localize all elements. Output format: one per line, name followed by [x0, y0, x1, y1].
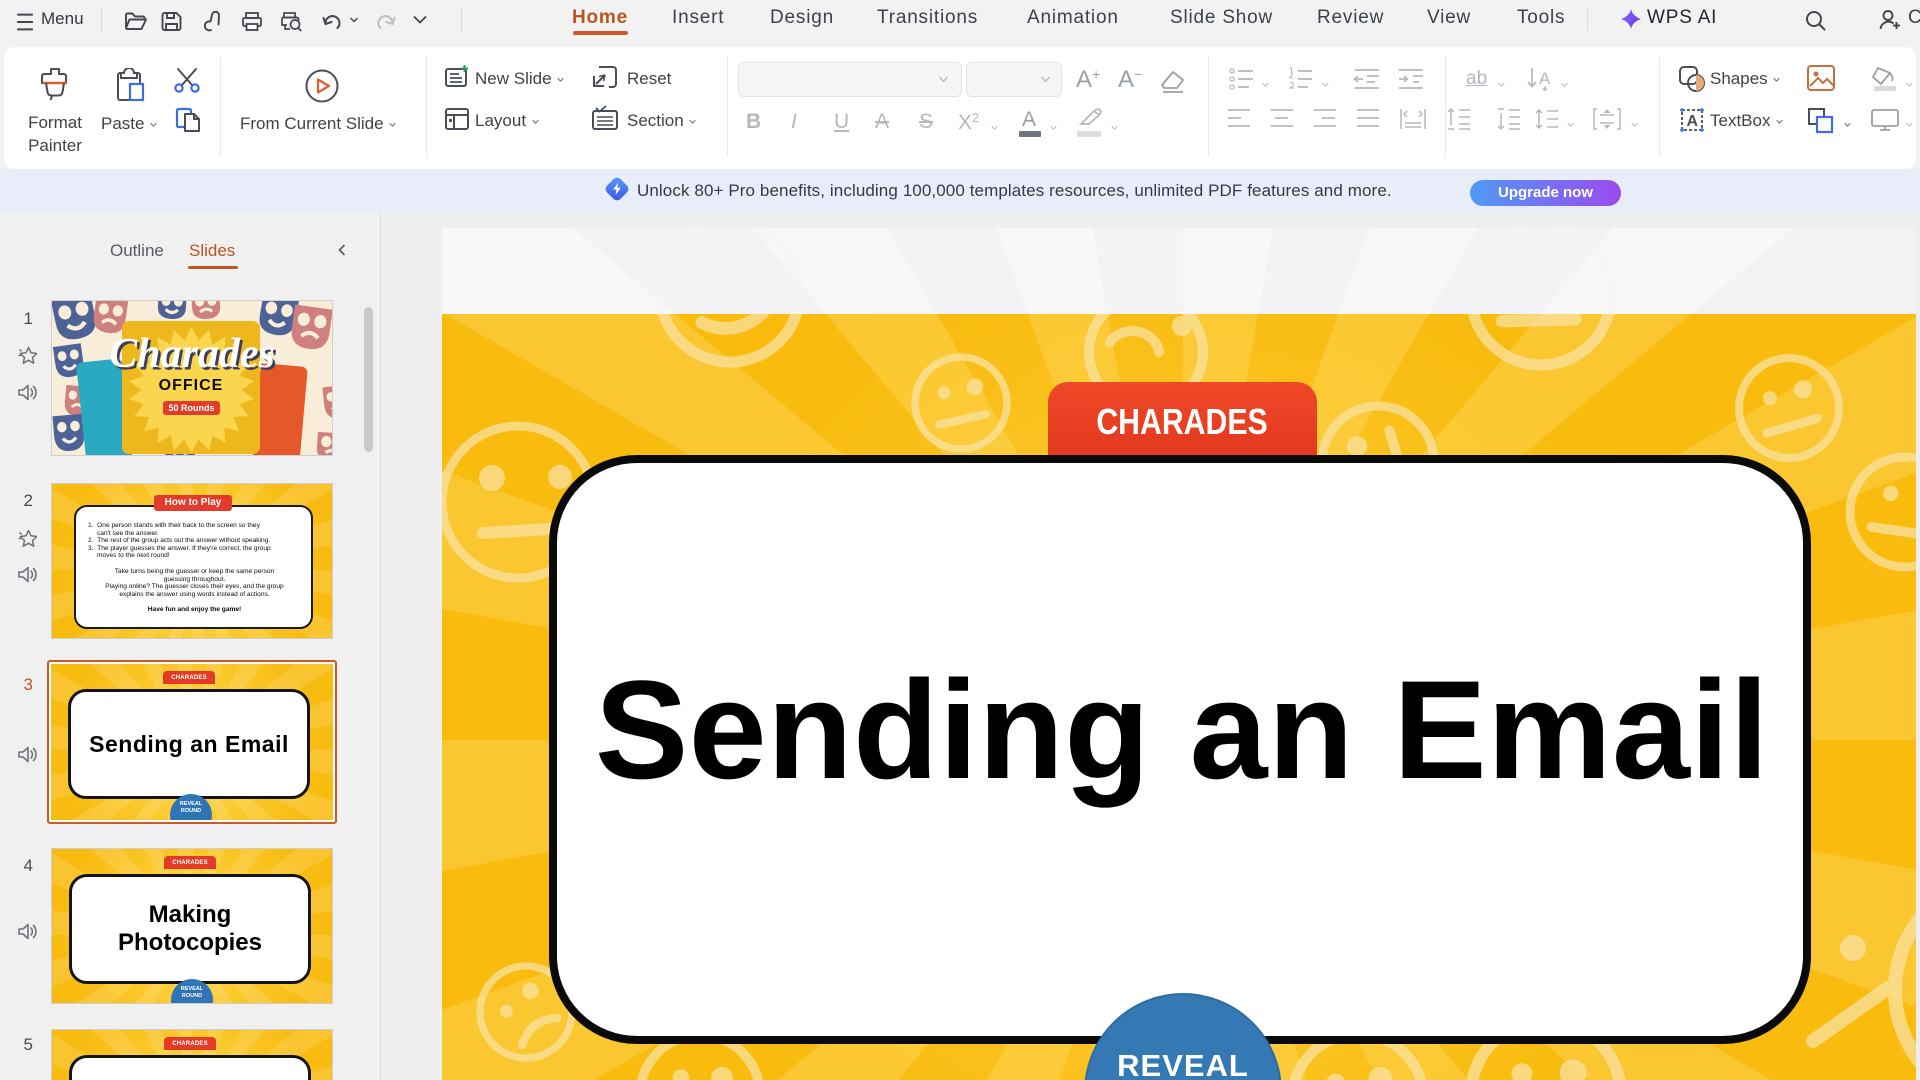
svg-text:A: A — [1687, 113, 1699, 130]
svg-text:A: A — [1539, 69, 1551, 88]
